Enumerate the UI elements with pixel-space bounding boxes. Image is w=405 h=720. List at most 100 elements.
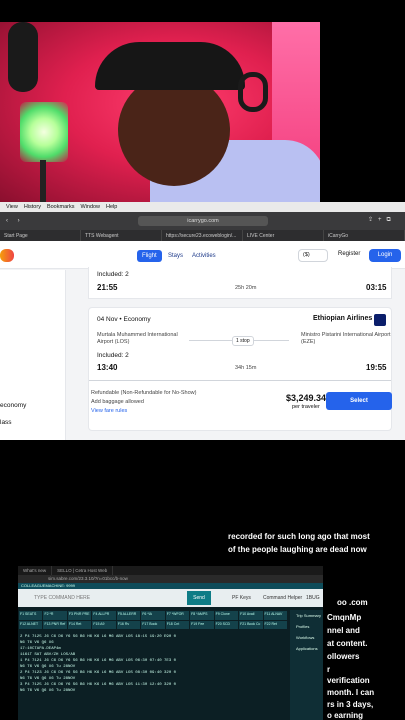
duration: 25h 20m — [235, 285, 257, 291]
baggage-note: Add baggage allowed — [91, 399, 144, 405]
fkey[interactable]: F10 Avail — [239, 611, 263, 620]
send-button[interactable]: Send — [187, 591, 211, 605]
fkey[interactable]: F13 PNR Ref — [43, 620, 67, 629]
arrival-time: 19:55 — [366, 363, 387, 372]
menu-view[interactable]: View — [6, 204, 18, 210]
filter-economy[interactable]: economy — [0, 402, 26, 409]
divider — [89, 380, 391, 381]
webcam-feed — [0, 22, 320, 202]
sabre-screen: What's new SELLO | Cetra Host Web sim.sa… — [18, 566, 323, 720]
pf-keys-button[interactable]: PF Keys — [232, 595, 251, 601]
tab-start-page[interactable]: Start Page — [0, 230, 81, 241]
browser-tabs: Start Page TTS Webagent https://secure23… — [0, 230, 405, 241]
menu-bookmarks[interactable]: Bookmarks — [47, 204, 75, 210]
fkey[interactable]: F9 Clone — [214, 611, 239, 620]
tab-secure[interactable]: https://secure23.ecoweblogin/... — [162, 230, 243, 241]
side-workflows[interactable]: Workflows — [290, 632, 323, 643]
fkey[interactable]: F8 *AMPS — [190, 611, 214, 620]
availability-output: 2 P4 7125 J6 C6 D6 Y6 S6 B6 H6 K6 L6 M6 … — [20, 634, 282, 694]
caption-line-2: of the people laughing are dead now — [228, 545, 367, 554]
fkey[interactable]: F5 ALLERR — [116, 611, 141, 620]
airline-name: Ethiopian Airlines — [313, 315, 373, 322]
s2-tabs: What's new SELLO | Cetra Host Web — [18, 566, 323, 575]
caption-r2: CmqnMp — [327, 613, 362, 622]
included-bags: Included: 2 — [97, 352, 129, 359]
menu-history[interactable]: History — [24, 204, 41, 210]
tab-live-center[interactable]: LIVE Center — [243, 230, 324, 241]
person-face — [118, 74, 230, 186]
headphones — [238, 72, 268, 112]
caption-r4: at content. — [327, 639, 368, 648]
site-header: Flight Stays Activities ($) Register Log… — [0, 241, 405, 269]
fkey[interactable]: F1 SEATS — [19, 611, 43, 620]
fkey[interactable]: F17 Book — [141, 620, 165, 629]
caption-r3: nnel and — [327, 626, 360, 635]
flight-card: 04 Nov • Economy Ethiopian Airlines Murt… — [88, 307, 392, 431]
nav-stays[interactable]: Stays — [163, 250, 188, 262]
menu-help[interactable]: Help — [106, 204, 117, 210]
arrival-time: 03:15 — [366, 283, 387, 292]
function-keys: F1 SEATS F2 *R F3 PNR PRE F4 ALLPR F5 AL… — [18, 610, 288, 630]
fkey[interactable]: F20 SCD — [214, 620, 239, 629]
fkey[interactable]: F4 ALLPR — [92, 611, 116, 620]
fkey[interactable]: F6 *IA — [141, 611, 165, 620]
site-logo[interactable] — [0, 249, 14, 262]
origin-airport: Murtala Muhammed International Airport (… — [97, 332, 178, 345]
fkey[interactable]: F18 Cnt — [165, 620, 190, 629]
price: $3,249.34 — [286, 393, 327, 403]
fkey[interactable]: F12 ALNET — [19, 620, 43, 629]
login-button[interactable]: Login — [369, 249, 401, 262]
caption-r5: ollowers — [327, 652, 360, 661]
s2-tab-whatsnew[interactable]: What's new — [18, 566, 53, 575]
fkey[interactable]: F16 Rv — [116, 620, 141, 629]
fare-rules-link[interactable]: View fare rules — [91, 408, 127, 414]
caption-r8: month. I can — [327, 688, 375, 697]
side-applications[interactable]: Applications — [290, 643, 323, 654]
ring-light — [20, 102, 68, 162]
s2-right-label: 1BUG — [306, 595, 320, 601]
fkey[interactable]: F19 Fee — [190, 620, 214, 629]
s2-command-bar: TYPE COMMAND HERE Send PF Keys Command H… — [18, 589, 323, 607]
cabin-class: Economy — [123, 316, 151, 323]
fkey[interactable]: F11 ALNAV — [263, 611, 287, 620]
tab-icarrygo[interactable]: iCarryGo — [324, 230, 405, 241]
fkey[interactable]: F2 *R — [43, 611, 67, 620]
menu-window[interactable]: Window — [80, 204, 100, 210]
fkey[interactable]: F7 *WFOR — [165, 611, 190, 620]
s2-tab-sello[interactable]: SELLO | Cetra Host Web — [52, 566, 114, 575]
fkey[interactable]: F21 Book Cc — [239, 620, 263, 629]
register-link[interactable]: Register — [338, 251, 360, 257]
share-newtab-icon[interactable]: ⇪+⧉ — [368, 216, 396, 224]
back-forward-icon[interactable]: ‹ › — [6, 218, 24, 224]
filter-panel: economy lass — [0, 270, 66, 440]
microphone — [8, 22, 38, 92]
departure-time: 21:55 — [97, 283, 118, 292]
command-input[interactable]: TYPE COMMAND HERE — [34, 595, 90, 601]
caption-line-1: recorded for such long ago that most — [228, 532, 370, 541]
nav-activities[interactable]: Activities — [187, 250, 221, 262]
s2-address-bar[interactable]: sim.sabre.com/23.3.10/?n=01bcc/b-now — [18, 575, 323, 583]
side-trip-summary[interactable]: Trip Summary — [290, 610, 323, 621]
fkey[interactable]: F22 Ret — [263, 620, 287, 629]
side-profiles[interactable]: Profiles — [290, 621, 323, 632]
nav-flight[interactable]: Flight — [137, 250, 162, 262]
caption-r9: rs in 3 days, — [327, 700, 374, 709]
select-button[interactable]: Select — [326, 392, 392, 410]
command-helper-button[interactable]: Command Helper — [263, 595, 302, 601]
address-bar[interactable]: icarrygo.com — [138, 216, 268, 226]
departure-time: 13:40 — [97, 363, 118, 372]
currency-select[interactable]: ($) — [298, 249, 328, 262]
tab-tts[interactable]: TTS Webagent — [81, 230, 162, 241]
output-line: N6 T6 V6 Q6 U6 Tu 28NOV — [20, 689, 76, 693]
s2-sidebar: Trip Summary Profiles Workflows Applicat… — [290, 610, 323, 720]
fkey[interactable]: F15 A9 — [92, 620, 116, 629]
fkey[interactable]: F3 PNR PRE — [67, 611, 92, 620]
duration: 34h 15m — [235, 365, 257, 371]
caption-r1: oo .com — [337, 598, 368, 607]
fkey[interactable]: F14 Ret — [67, 620, 92, 629]
filter-class[interactable]: lass — [0, 419, 12, 426]
icarrygo-page: Flight Stays Activities ($) Register Log… — [0, 241, 405, 440]
light-stand — [40, 160, 46, 202]
flight-card-prev: Included: 2 21:55 25h 20m 03:15 — [88, 267, 392, 299]
caption-r7: verification — [327, 676, 370, 685]
